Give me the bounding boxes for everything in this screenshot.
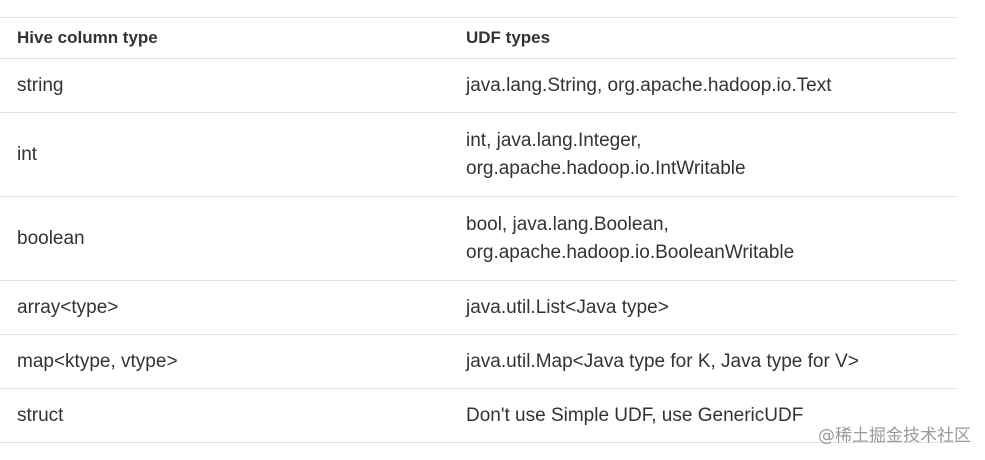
table-row: string java.lang.String, org.apache.hado… (0, 58, 957, 113)
udf-type-cell: java.util.Map<Java type for K, Java type… (448, 334, 957, 389)
hive-type-cell: struct (0, 388, 448, 443)
type-mapping-table-container: Hive column type UDF types string java.l… (0, 17, 957, 443)
table-header-row: Hive column type UDF types (0, 17, 957, 59)
table-row: boolean bool, java.lang.Boolean, org.apa… (0, 196, 957, 281)
udf-type-cell: int, java.lang.Integer, org.apache.hadoo… (448, 112, 957, 197)
table-row: int int, java.lang.Integer, org.apache.h… (0, 112, 957, 197)
udf-type-cell: bool, java.lang.Boolean, org.apache.hado… (448, 196, 957, 281)
udf-type-line: bool, java.lang.Boolean, (466, 213, 669, 235)
watermark: @稀土掘金技术社区 (818, 426, 971, 446)
udf-type-line: int, java.lang.Integer, (466, 129, 642, 151)
udf-type-line: org.apache.hadoop.io.BooleanWritable (466, 241, 795, 263)
hive-type-cell: array<type> (0, 280, 448, 335)
type-mapping-table: Hive column type UDF types string java.l… (0, 17, 957, 443)
header-hive-column-type: Hive column type (0, 17, 448, 59)
udf-type-line: org.apache.hadoop.io.IntWritable (466, 157, 746, 179)
table-row: struct Don't use Simple UDF, use Generic… (0, 388, 957, 443)
hive-type-cell: map<ktype, vtype> (0, 334, 448, 389)
header-udf-types: UDF types (448, 17, 957, 59)
hive-type-cell: boolean (0, 196, 448, 281)
udf-type-cell: java.lang.String, org.apache.hadoop.io.T… (448, 58, 957, 113)
table-row: array<type> java.util.List<Java type> (0, 280, 957, 335)
udf-type-cell: java.util.List<Java type> (448, 280, 957, 335)
hive-type-cell: string (0, 58, 448, 113)
hive-type-cell: int (0, 112, 448, 197)
table-row: map<ktype, vtype> java.util.Map<Java typ… (0, 334, 957, 389)
